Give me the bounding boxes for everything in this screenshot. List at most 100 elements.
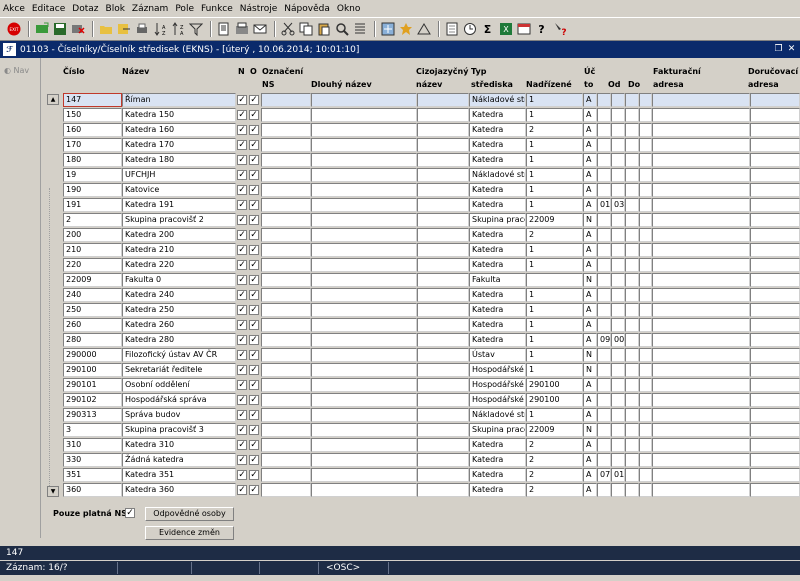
cell-empty[interactable]	[750, 198, 800, 212]
cell-empty[interactable]	[652, 108, 750, 122]
row-checkbox[interactable]: ✓	[237, 230, 247, 240]
cell-cislo[interactable]: 191	[63, 198, 122, 212]
cell-empty[interactable]	[652, 198, 750, 212]
table-row[interactable]: 351 Katedra 351 ✓ ✓ Katedra 2 A 07 01	[41, 468, 800, 482]
cell-empty[interactable]	[261, 438, 311, 452]
cell-empty[interactable]	[261, 168, 311, 182]
cell-ucto[interactable]: N	[583, 273, 597, 287]
cell-nadr[interactable]	[526, 273, 583, 287]
table-row[interactable]: 330 Žádná katedra ✓ ✓ Katedra 2 A	[41, 453, 800, 467]
sort-icon[interactable]: AZ	[152, 22, 167, 37]
cell-cislo[interactable]: 280	[63, 333, 122, 347]
cell-empty[interactable]	[750, 123, 800, 137]
cell-ucto[interactable]: A	[583, 123, 597, 137]
cell-ucto[interactable]: N	[583, 213, 597, 227]
cell-cislo[interactable]: 2	[63, 213, 122, 227]
cell-ucto[interactable]: A	[583, 183, 597, 197]
col-header-nadrizene[interactable]: Nadřízené	[526, 78, 572, 91]
attach-icon[interactable]	[234, 22, 249, 37]
table-row[interactable]: 3 Skupina pracovišť 3 ✓ ✓ Skupina pracc 22009…	[41, 423, 800, 437]
col-header-o[interactable]: O	[250, 65, 257, 78]
cell-empty[interactable]	[639, 243, 652, 257]
cell-empty[interactable]	[625, 363, 639, 377]
cell-empty[interactable]	[652, 123, 750, 137]
row-checkbox[interactable]: ✓	[249, 95, 259, 105]
cell-do[interactable]	[611, 408, 625, 422]
cell-empty[interactable]	[417, 438, 469, 452]
cell-nazev[interactable]: Osobní oddělení	[122, 378, 236, 392]
cell-empty[interactable]	[639, 333, 652, 347]
cell-empty[interactable]	[261, 213, 311, 227]
cell-nazev[interactable]: Katedra 180	[122, 153, 236, 167]
cell-empty[interactable]	[311, 378, 417, 392]
cell-empty[interactable]	[639, 453, 652, 467]
cell-nadr[interactable]: 1	[526, 138, 583, 152]
cell-empty[interactable]	[417, 318, 469, 332]
cell-nadr[interactable]: 1	[526, 198, 583, 212]
row-checkbox[interactable]: ✓	[249, 365, 259, 375]
col-header-dorucovaci[interactable]: Doručovací adresa	[748, 65, 798, 91]
cell-nazev[interactable]: Žádná katedra	[122, 453, 236, 467]
folder-icon[interactable]	[98, 22, 113, 37]
cell-nadr[interactable]: 1	[526, 348, 583, 362]
cell-cislo[interactable]: 19	[63, 168, 122, 182]
change-log-button[interactable]: Evidence změn	[145, 526, 234, 540]
cell-empty[interactable]	[625, 468, 639, 482]
cell-typ[interactable]: Katedra	[469, 183, 526, 197]
cell-empty[interactable]	[750, 153, 800, 167]
cell-od[interactable]	[597, 273, 611, 287]
row-checkbox[interactable]: ✓	[249, 440, 259, 450]
cell-empty[interactable]	[639, 123, 652, 137]
cell-cislo[interactable]: 310	[63, 438, 122, 452]
cell-empty[interactable]	[261, 123, 311, 137]
cell-empty[interactable]	[311, 93, 417, 107]
row-checkbox[interactable]: ✓	[249, 470, 259, 480]
cell-nadr[interactable]: 1	[526, 243, 583, 257]
cell-od[interactable]	[597, 288, 611, 302]
row-checkbox[interactable]: ✓	[237, 305, 247, 315]
cell-empty[interactable]	[261, 393, 311, 407]
cell-nadr[interactable]: 2	[526, 123, 583, 137]
cell-empty[interactable]	[311, 363, 417, 377]
restore-icon[interactable]: ❐	[773, 43, 784, 55]
cell-empty[interactable]	[625, 288, 639, 302]
cell-nazev[interactable]: Katedra 220	[122, 258, 236, 272]
cell-empty[interactable]	[261, 288, 311, 302]
cell-empty[interactable]	[311, 168, 417, 182]
cell-empty[interactable]	[750, 93, 800, 107]
row-checkbox[interactable]: ✓	[237, 485, 247, 495]
cell-ucto[interactable]: A	[583, 138, 597, 152]
row-checkbox[interactable]: ✓	[237, 275, 247, 285]
cell-nazev[interactable]: Katedra 150	[122, 108, 236, 122]
table-row[interactable]: 220 Katedra 220 ✓ ✓ Katedra 1 A	[41, 258, 800, 272]
cell-typ[interactable]: Katedra	[469, 318, 526, 332]
question-icon[interactable]: ?	[552, 22, 567, 37]
cell-do[interactable]	[611, 348, 625, 362]
cell-nazev[interactable]: Fakulta 0	[122, 273, 236, 287]
cell-od[interactable]	[597, 138, 611, 152]
cell-empty[interactable]	[261, 138, 311, 152]
cell-empty[interactable]	[639, 228, 652, 242]
cell-do[interactable]	[611, 438, 625, 452]
table-row[interactable]: 147 Říman ✓ ✓ Nákladové stř 1 A	[41, 93, 800, 107]
cell-empty[interactable]	[625, 378, 639, 392]
cell-od[interactable]	[597, 213, 611, 227]
cell-do[interactable]: 03	[611, 198, 625, 212]
cell-empty[interactable]	[639, 378, 652, 392]
cell-empty[interactable]	[652, 363, 750, 377]
cell-do[interactable]	[611, 243, 625, 257]
cell-ucto[interactable]: A	[583, 453, 597, 467]
cell-empty[interactable]	[750, 228, 800, 242]
cell-empty[interactable]	[639, 183, 652, 197]
cell-cislo[interactable]: 3	[63, 423, 122, 437]
cell-empty[interactable]	[417, 378, 469, 392]
cell-nazev[interactable]: Katedra 240	[122, 288, 236, 302]
cell-od[interactable]	[597, 318, 611, 332]
calculator-icon[interactable]	[444, 22, 459, 37]
row-checkbox[interactable]: ✓	[249, 380, 259, 390]
col-header-typ[interactable]: Typ střediska	[471, 65, 513, 91]
cell-od[interactable]	[597, 453, 611, 467]
cell-typ[interactable]: Ústav	[469, 348, 526, 362]
row-checkbox[interactable]: ✓	[249, 155, 259, 165]
cell-empty[interactable]	[750, 483, 800, 497]
